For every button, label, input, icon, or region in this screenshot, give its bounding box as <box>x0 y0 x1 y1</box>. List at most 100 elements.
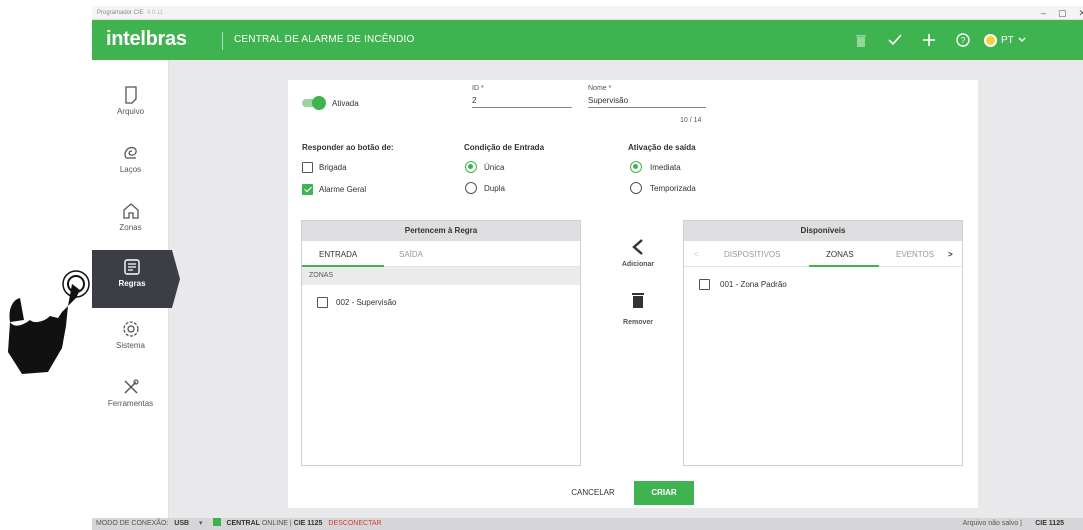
remove-label: Remover <box>623 319 653 326</box>
chevron-left-icon <box>632 239 643 255</box>
app-title: Programador CIE <box>97 10 144 16</box>
tab-scroll-right[interactable]: > <box>948 250 953 259</box>
online-status-icon <box>212 518 221 526</box>
sidebar-item-arquivo[interactable]: Arquivo <box>92 78 169 136</box>
language-selector[interactable]: PT <box>984 33 1026 47</box>
loop-icon <box>123 146 137 159</box>
tab-zonas[interactable]: ZONAS <box>826 250 854 259</box>
language-label: PT <box>1001 34 1014 46</box>
available-title: Disponíveis <box>684 221 962 241</box>
tools-icon <box>123 379 139 394</box>
toggle-label: Ativada <box>332 99 359 108</box>
tab-dispositivos[interactable]: DISPOSITIVOS <box>724 250 780 259</box>
dupla-label: Dupla <box>484 184 505 193</box>
temporizada-radio[interactable] <box>630 182 642 194</box>
central-model: CIE 1125 <box>293 520 323 527</box>
available-tabs: < DISPOSITIVOS ZONAS EVENTOS > <box>684 241 962 267</box>
section-header: ZONAS <box>302 267 580 285</box>
alarme-geral-checkbox[interactable] <box>302 184 313 195</box>
item-label: 001 - Zona Padrão <box>720 280 787 289</box>
active-tab-indicator <box>302 265 384 267</box>
rule-members-title: Pertencem à Regra <box>302 221 580 241</box>
tab-saida[interactable]: SAÍDA <box>399 250 423 259</box>
online-label: ONLINE | <box>261 520 292 527</box>
check-icon[interactable] <box>878 30 912 50</box>
connection-dropdown-icon[interactable]: ▾ <box>199 520 203 527</box>
app-version: 4.0.11 <box>146 10 163 16</box>
name-field[interactable]: Supervisão <box>588 96 706 108</box>
sidebar-item-lacos[interactable]: Laços <box>92 136 169 194</box>
minimize-button[interactable]: – <box>1041 6 1046 20</box>
close-button[interactable]: ✕ <box>1078 6 1083 20</box>
unica-label: Única <box>484 163 505 172</box>
rule-members-tabs: ENTRADA SAÍDA <box>302 241 580 267</box>
list-item[interactable]: 001 - Zona Padrão <box>684 267 962 295</box>
central-label: CENTRAL <box>226 520 260 527</box>
header-divider <box>222 32 223 50</box>
sidebar-item-ferramentas[interactable]: Ferramentas <box>92 370 169 428</box>
plus-icon[interactable] <box>912 30 946 50</box>
create-button[interactable]: CRIAR <box>634 481 694 505</box>
unica-radio[interactable] <box>465 161 477 173</box>
maximize-button[interactable]: ▢ <box>1058 6 1067 20</box>
respond-title: Responder ao botão de: <box>302 143 394 152</box>
file-model: CIE 1125 <box>1035 520 1064 527</box>
home-icon <box>122 203 139 219</box>
app-window: Programador CIE 4.0.11 – ▢ ✕ intelbras CE… <box>92 6 1083 530</box>
sidebar-item-sistema[interactable]: Sistema <box>92 312 169 370</box>
sidebar: Arquivo Laços Zonas Regras Sistema Ferra… <box>92 60 180 518</box>
trash-icon[interactable] <box>844 30 878 50</box>
connection-mode-value[interactable]: USB <box>174 520 189 527</box>
gear-icon <box>122 321 139 337</box>
pointing-hand-icon <box>8 270 90 374</box>
tab-entrada[interactable]: ENTRADA <box>319 250 357 259</box>
cancel-button[interactable]: CANCELAR <box>562 481 624 505</box>
connection-mode-label: MODO DE CONEXÃO: <box>96 520 169 527</box>
disconnect-link[interactable]: DESCONECTAR <box>328 520 381 527</box>
brigada-checkbox[interactable] <box>302 162 313 173</box>
item-checkbox[interactable] <box>699 279 710 290</box>
app-header: intelbras CENTRAL DE ALARME DE INCÊNDIO … <box>92 20 1083 60</box>
file-status: Arquivo não salvo | <box>962 520 1022 527</box>
sidebar-item-label: Arquivo <box>116 107 145 116</box>
intelbras-logo: intelbras <box>106 28 187 50</box>
brigada-label: Brigada <box>319 163 347 172</box>
svg-text:?: ? <box>961 36 966 45</box>
rule-members-box: Pertencem à Regra ENTRADA SAÍDA ZONAS 00… <box>301 220 581 466</box>
page-title: CENTRAL DE ALARME DE INCÊNDIO <box>234 34 415 45</box>
add-label: Adicionar <box>621 261 655 268</box>
help-icon[interactable]: ? <box>946 30 980 50</box>
imediata-label: Imediata <box>650 163 681 172</box>
item-checkbox[interactable] <box>317 297 328 308</box>
list-item[interactable]: 002 - Supervisão <box>302 285 580 313</box>
sidebar-item-label: Sistema <box>116 341 145 350</box>
imediata-radio[interactable] <box>630 161 642 173</box>
id-field[interactable]: 2 <box>472 96 572 108</box>
sidebar-item-label: Zonas <box>119 223 142 232</box>
sidebar-item-label: Regras <box>118 279 146 288</box>
exit-title: Ativação de saída <box>628 143 696 152</box>
window-titlebar: Programador CIE 4.0.11 – ▢ ✕ <box>92 6 1083 20</box>
tab-eventos[interactable]: EVENTOS <box>896 250 942 259</box>
remove-button[interactable]: Remover <box>618 292 658 326</box>
sidebar-item-zonas[interactable]: Zonas <box>92 194 169 252</box>
trash-icon <box>632 293 644 308</box>
status-bar: MODO DE CONEXÃO: USB ▾ CENTRAL ONLINE | … <box>92 518 1083 530</box>
dupla-radio[interactable] <box>465 182 477 194</box>
name-label: Nome * <box>588 85 612 92</box>
tab-scroll-left[interactable]: < <box>694 250 699 259</box>
screen: Programador CIE 4.0.11 – ▢ ✕ intelbras CE… <box>0 0 1083 530</box>
entry-title: Condição de Entrada <box>464 143 545 152</box>
active-toggle[interactable] <box>302 96 326 110</box>
id-label: ID * <box>472 85 484 92</box>
temporizada-label: Temporizada <box>650 184 696 193</box>
item-label: 002 - Supervisão <box>336 298 397 307</box>
add-button[interactable]: Adicionar <box>618 238 658 268</box>
chevron-down-icon <box>1018 37 1026 42</box>
rule-form-panel: Ativada ID * 2 Nome * Supervisão 10 / 14… <box>288 80 978 508</box>
file-icon <box>124 86 137 104</box>
sidebar-item-label: Ferramentas <box>107 399 154 408</box>
available-box: Disponíveis < DISPOSITIVOS ZONAS EVENTOS… <box>683 220 963 466</box>
sidebar-item-regras[interactable]: Regras <box>92 250 180 308</box>
flag-icon <box>984 33 997 47</box>
